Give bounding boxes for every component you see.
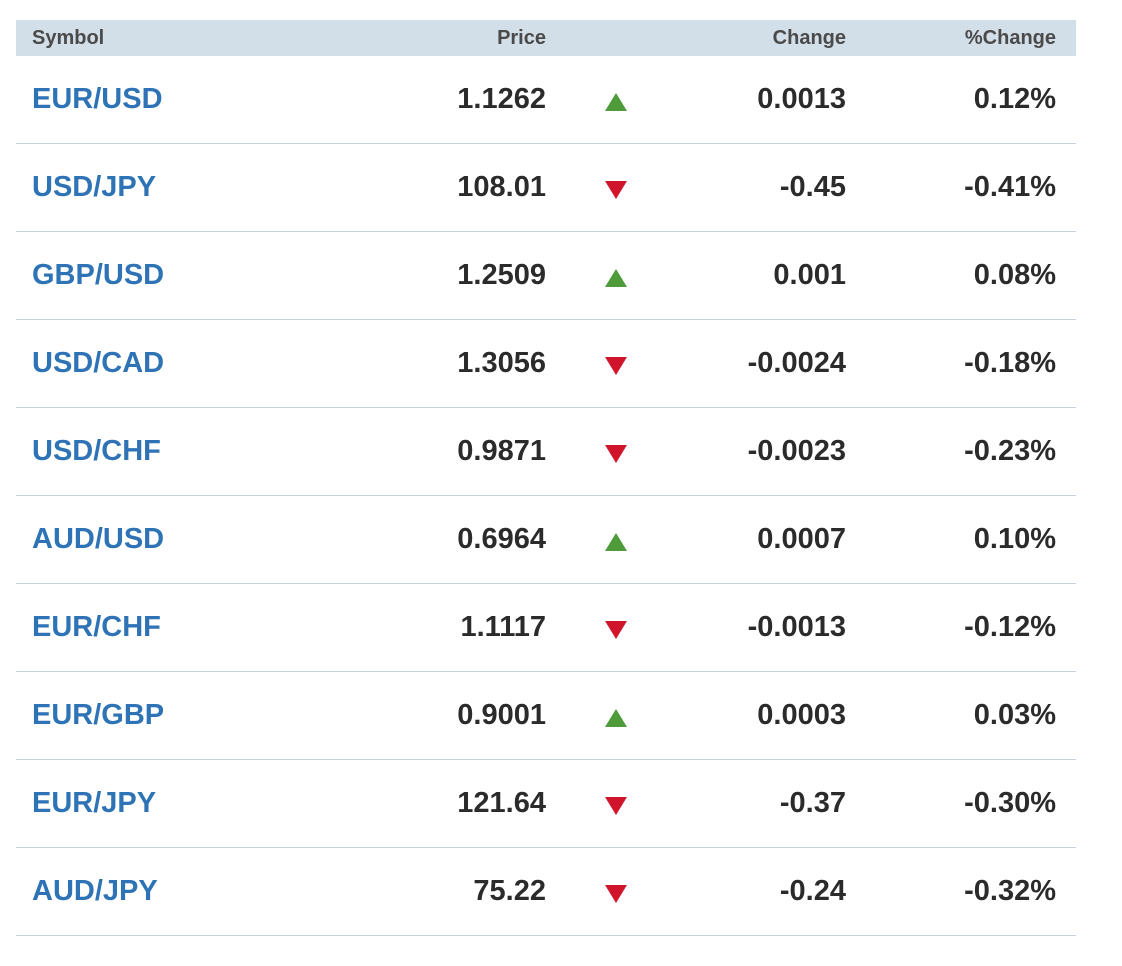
arrow-down-icon <box>605 796 627 815</box>
symbol-cell: AUD/JPY <box>16 875 316 908</box>
symbol-link[interactable]: USD/JPY <box>32 171 156 203</box>
symbol-cell: GBP/USD <box>16 259 316 292</box>
pct-change-cell: -0.23% <box>964 435 1056 467</box>
symbol-link[interactable]: USD/CAD <box>32 347 164 379</box>
table-row: USD/CHF 0.9871 -0.0023 -0.23% <box>16 408 1076 496</box>
symbol-cell: AUD/USD <box>16 523 316 556</box>
symbol-link[interactable]: USD/CHF <box>32 435 161 467</box>
pct-change-cell: -0.32% <box>964 875 1056 907</box>
header-direction-spacer <box>546 38 686 39</box>
symbol-cell: USD/CHF <box>16 435 316 468</box>
table-row: EUR/JPY 121.64 -0.37 -0.30% <box>16 760 1076 848</box>
price-cell: 1.3056 <box>457 347 546 379</box>
arrow-down-icon <box>605 180 627 199</box>
currency-quote-table: Symbol Price Change %Change EUR/USD 1.12… <box>16 20 1076 936</box>
table-row: USD/CAD 1.3056 -0.0024 -0.18% <box>16 320 1076 408</box>
direction-cell <box>546 793 686 815</box>
arrow-up-icon <box>605 92 627 111</box>
table-row: AUD/JPY 75.22 -0.24 -0.32% <box>16 848 1076 936</box>
symbol-cell: USD/JPY <box>16 171 316 204</box>
direction-cell <box>546 705 686 727</box>
table-row: USD/JPY 108.01 -0.45 -0.41% <box>16 144 1076 232</box>
change-cell: 0.0007 <box>757 523 846 555</box>
arrow-up-icon <box>605 708 627 727</box>
pct-change-cell: -0.41% <box>964 171 1056 203</box>
direction-cell <box>546 881 686 903</box>
change-cell: 0.001 <box>773 259 846 291</box>
pct-change-cell: 0.08% <box>973 259 1056 291</box>
pct-change-cell: 0.12% <box>973 83 1056 115</box>
direction-cell <box>546 177 686 199</box>
direction-cell <box>546 89 686 111</box>
pct-change-cell: -0.30% <box>964 787 1056 819</box>
price-cell: 108.01 <box>457 171 546 203</box>
symbol-cell: EUR/JPY <box>16 787 316 820</box>
header-price[interactable]: Price <box>316 27 546 50</box>
symbol-link[interactable]: AUD/USD <box>32 523 164 555</box>
table-row: GBP/USD 1.2509 0.001 0.08% <box>16 232 1076 320</box>
arrow-down-icon <box>605 884 627 903</box>
price-cell: 121.64 <box>457 787 546 819</box>
arrow-down-icon <box>605 444 627 463</box>
price-cell: 1.2509 <box>457 259 546 291</box>
symbol-link[interactable]: EUR/CHF <box>32 611 161 643</box>
change-cell: -0.0023 <box>747 435 846 467</box>
symbol-link[interactable]: EUR/USD <box>32 83 163 115</box>
symbol-link[interactable]: EUR/JPY <box>32 787 156 819</box>
price-cell: 0.6964 <box>457 523 546 555</box>
table-row: AUD/USD 0.6964 0.0007 0.10% <box>16 496 1076 584</box>
symbol-cell: EUR/GBP <box>16 699 316 732</box>
symbol-link[interactable]: EUR/GBP <box>32 699 164 731</box>
header-change[interactable]: Change <box>686 27 846 50</box>
pct-change-cell: -0.12% <box>964 611 1056 643</box>
change-cell: -0.37 <box>779 787 846 819</box>
change-cell: 0.0003 <box>757 699 846 731</box>
symbol-cell: EUR/CHF <box>16 611 316 644</box>
direction-cell <box>546 265 686 287</box>
arrow-down-icon <box>605 620 627 639</box>
arrow-up-icon <box>605 532 627 551</box>
table-row: EUR/USD 1.1262 0.0013 0.12% <box>16 56 1076 144</box>
pct-change-cell: 0.03% <box>973 699 1056 731</box>
direction-cell <box>546 617 686 639</box>
price-cell: 0.9871 <box>457 435 546 467</box>
table-header: Symbol Price Change %Change <box>16 20 1076 56</box>
table-row: EUR/GBP 0.9001 0.0003 0.03% <box>16 672 1076 760</box>
direction-cell <box>546 353 686 375</box>
arrow-up-icon <box>605 268 627 287</box>
symbol-link[interactable]: GBP/USD <box>32 259 164 291</box>
arrow-down-icon <box>605 356 627 375</box>
change-cell: 0.0013 <box>757 83 846 115</box>
symbol-cell: USD/CAD <box>16 347 316 380</box>
pct-change-cell: 0.10% <box>973 523 1056 555</box>
header-symbol[interactable]: Symbol <box>16 27 316 50</box>
change-cell: -0.24 <box>779 875 846 907</box>
symbol-link[interactable]: AUD/JPY <box>32 875 158 907</box>
price-cell: 1.1117 <box>460 611 547 643</box>
header-pct-change[interactable]: %Change <box>846 27 1056 50</box>
change-cell: -0.0013 <box>747 611 846 643</box>
price-cell: 1.1262 <box>457 83 546 115</box>
direction-cell <box>546 529 686 551</box>
pct-change-cell: -0.18% <box>964 347 1056 379</box>
symbol-cell: EUR/USD <box>16 83 316 116</box>
change-cell: -0.0024 <box>747 347 846 379</box>
price-cell: 75.22 <box>473 875 546 907</box>
direction-cell <box>546 441 686 463</box>
change-cell: -0.45 <box>779 171 846 203</box>
price-cell: 0.9001 <box>457 699 546 731</box>
table-row: EUR/CHF 1.1117 -0.0013 -0.12% <box>16 584 1076 672</box>
